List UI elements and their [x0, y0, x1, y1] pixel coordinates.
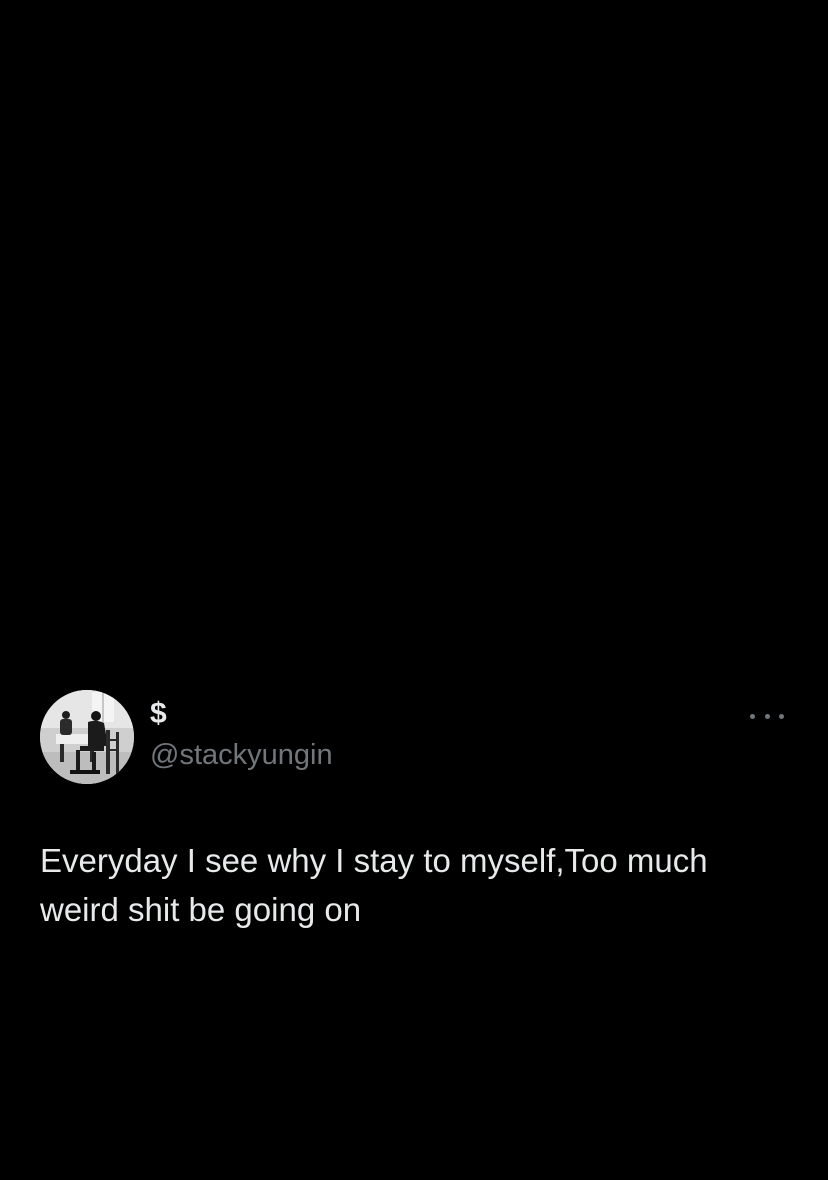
avatar[interactable] [40, 690, 134, 784]
avatar-photo [40, 690, 134, 784]
more-horizontal-icon [764, 713, 770, 719]
author-names: $ @stackyungin [150, 696, 333, 772]
tweet-text: Everyday I see why I stay to myself,Too … [40, 842, 708, 928]
tweet-header: $ @stackyungin [40, 688, 790, 788]
tweet: $ @stackyungin Everyday I see why I stay… [40, 688, 790, 934]
more-horizontal-icon [750, 713, 755, 719]
more-options-button[interactable] [750, 706, 784, 726]
user-handle[interactable]: @stackyungin [150, 738, 333, 772]
more-horizontal-icon [779, 713, 784, 719]
display-name[interactable]: $ [150, 696, 333, 732]
